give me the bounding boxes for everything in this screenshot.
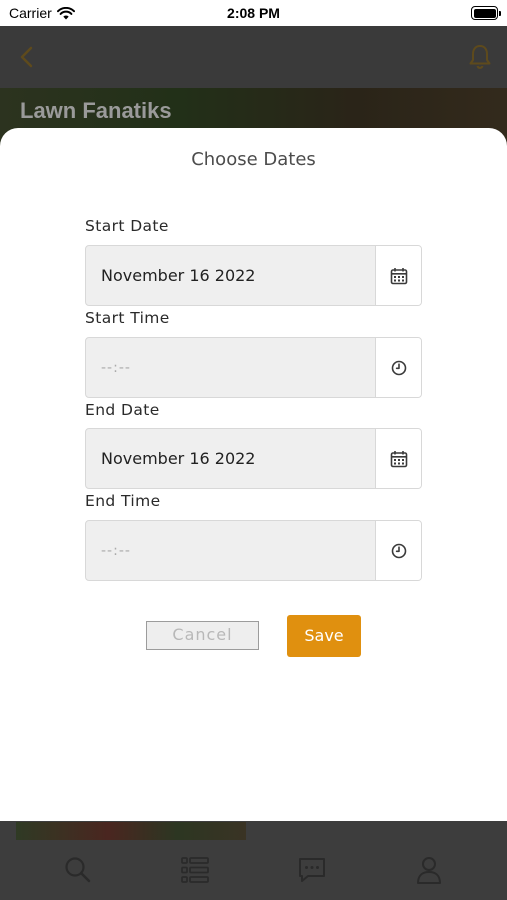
end-time-picker-button[interactable] [375,521,421,580]
end-time-input[interactable]: --:-- [86,521,375,580]
profile-icon [416,857,441,884]
chevron-left-icon[interactable] [16,45,38,69]
app-header [0,26,507,88]
calendar-icon [390,450,407,467]
status-time: 2:08 PM [227,5,280,21]
end-date-input[interactable]: November 16 2022 [86,429,375,488]
modal-title: Choose Dates [191,149,316,170]
end-time-label: End Time [85,492,161,510]
save-button[interactable]: Save [287,615,361,657]
background-thumbnail [16,822,246,840]
tab-search[interactable] [48,840,108,900]
start-time-input[interactable]: --:-- [86,338,375,397]
list-icon [181,857,210,883]
chat-icon [298,858,325,882]
banner-title: Lawn Fanatiks [20,98,172,123]
start-date-input[interactable]: November 16 2022 [86,246,375,305]
tab-profile[interactable] [399,840,459,900]
search-icon [65,857,91,883]
cancel-button[interactable]: Cancel [146,621,259,650]
tab-list[interactable] [165,840,225,900]
end-time-field: --:-- [85,520,422,581]
start-date-label: Start Date [85,217,169,235]
choose-dates-modal: Choose Dates Start Date November 16 2022… [0,128,507,821]
clock-icon [391,543,406,558]
start-time-label: Start Time [85,309,170,327]
tab-bar [0,840,507,900]
calendar-icon [390,267,407,284]
bell-icon[interactable] [467,43,493,71]
end-date-picker-button[interactable] [375,429,421,488]
tab-messages[interactable] [282,840,342,900]
start-time-picker-button[interactable] [375,338,421,397]
start-time-field: --:-- [85,337,422,398]
battery-icon [471,6,501,20]
clock-icon [391,360,406,375]
start-date-field: November 16 2022 [85,245,422,306]
status-bar: Carrier 2:08 PM [0,0,507,26]
end-date-field: November 16 2022 [85,428,422,489]
end-date-label: End Date [85,401,160,419]
start-date-picker-button[interactable] [375,246,421,305]
